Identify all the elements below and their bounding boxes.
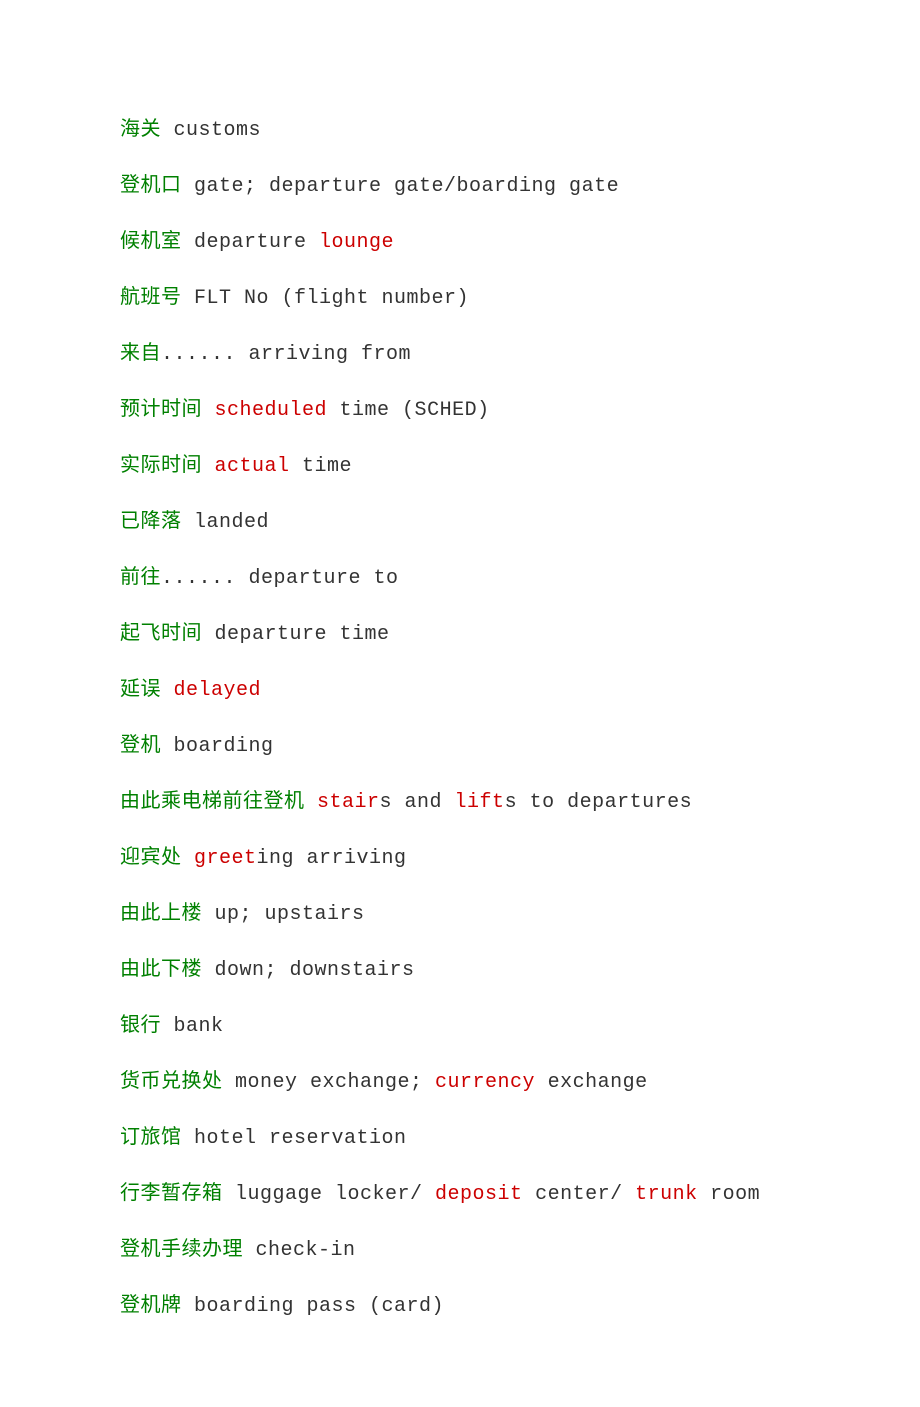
vocab-line: 登机牌 boarding pass (card)	[120, 1291, 800, 1321]
english-term: exchange	[535, 1071, 648, 1094]
chinese-term: 由此乘电梯前往登机	[120, 790, 305, 812]
highlighted-word: actual	[215, 455, 290, 478]
chinese-term: 实际时间	[120, 454, 202, 476]
chinese-term: 登机	[120, 734, 161, 756]
chinese-term: 登机口	[120, 174, 182, 196]
vocab-line: 延误 delayed	[120, 675, 800, 705]
chinese-term: 银行	[120, 1014, 161, 1036]
english-term: departure time	[202, 623, 390, 646]
highlighted-word: delayed	[174, 679, 262, 702]
english-term: ing arriving	[257, 847, 407, 870]
english-term: boarding pass (card)	[182, 1295, 445, 1318]
english-term: time (SCHED)	[327, 399, 490, 422]
vocab-line: 银行 bank	[120, 1011, 800, 1041]
english-term: luggage locker/	[223, 1183, 436, 1206]
vocab-line: 前往...... departure to	[120, 563, 800, 593]
chinese-term: 起飞时间	[120, 622, 202, 644]
highlighted-word: currency	[435, 1071, 535, 1094]
chinese-term: 行李暂存箱	[120, 1182, 223, 1204]
english-term	[305, 791, 318, 814]
highlighted-word: stair	[317, 791, 380, 814]
vocab-line: 货币兑换处 money exchange; currency exchange	[120, 1067, 800, 1097]
chinese-term: 预计时间	[120, 398, 202, 420]
vocab-line: 由此乘电梯前往登机 stairs and lifts to departures	[120, 787, 800, 817]
vocab-line: 海关 customs	[120, 115, 800, 145]
chinese-term: 货币兑换处	[120, 1070, 223, 1092]
english-term: up; upstairs	[202, 903, 365, 926]
english-term: landed	[182, 511, 270, 534]
vocab-line: 迎宾处 greeting arriving	[120, 843, 800, 873]
chinese-term: 前往	[120, 566, 161, 588]
vocab-line: 登机口 gate; departure gate/boarding gate	[120, 171, 800, 201]
vocab-line: 由此上楼 up; upstairs	[120, 899, 800, 929]
document-page: 海关 customs 登机口 gate; departure gate/board…	[0, 0, 920, 1407]
vocab-line: 行李暂存箱 luggage locker/ deposit center/ tr…	[120, 1179, 800, 1209]
chinese-term: 来自	[120, 342, 161, 364]
vocab-line: 由此下楼 down; downstairs	[120, 955, 800, 985]
english-term: ...... departure to	[161, 567, 399, 590]
vocab-line: 候机室 departure lounge	[120, 227, 800, 257]
english-term	[182, 847, 195, 870]
english-term: time	[290, 455, 353, 478]
english-term: s and	[380, 791, 455, 814]
highlighted-word: greet	[194, 847, 257, 870]
chinese-term: 迎宾处	[120, 846, 182, 868]
english-term: gate; departure gate/boarding gate	[182, 175, 620, 198]
english-term: room	[698, 1183, 761, 1206]
chinese-term: 登机牌	[120, 1294, 182, 1316]
english-term: money exchange;	[223, 1071, 436, 1094]
chinese-term: 航班号	[120, 286, 182, 308]
english-term: FLT No (flight number)	[182, 287, 470, 310]
chinese-term: 候机室	[120, 230, 182, 252]
highlighted-word: lift	[455, 791, 505, 814]
english-term: s to departures	[505, 791, 693, 814]
vocab-line: 订旅馆 hotel reservation	[120, 1123, 800, 1153]
vocab-line: 来自...... arriving from	[120, 339, 800, 369]
highlighted-word: lounge	[319, 231, 394, 254]
english-term: hotel reservation	[182, 1127, 407, 1150]
chinese-term: 延误	[120, 678, 161, 700]
english-term: ...... arriving from	[161, 343, 411, 366]
chinese-term: 由此下楼	[120, 958, 202, 980]
vocab-line: 登机手续办理 check-in	[120, 1235, 800, 1265]
vocab-line: 航班号 FLT No (flight number)	[120, 283, 800, 313]
english-term: bank	[161, 1015, 224, 1038]
vocab-line: 起飞时间 departure time	[120, 619, 800, 649]
highlighted-word: deposit	[435, 1183, 523, 1206]
vocab-line: 实际时间 actual time	[120, 451, 800, 481]
english-term: boarding	[161, 735, 274, 758]
vocab-line: 登机 boarding	[120, 731, 800, 761]
chinese-term: 订旅馆	[120, 1126, 182, 1148]
chinese-term: 海关	[120, 118, 161, 140]
highlighted-word: scheduled	[215, 399, 328, 422]
english-term: center/	[523, 1183, 636, 1206]
highlighted-word: trunk	[635, 1183, 698, 1206]
chinese-term: 登机手续办理	[120, 1238, 243, 1260]
english-term: departure	[182, 231, 320, 254]
english-term: customs	[161, 119, 261, 142]
vocab-line: 预计时间 scheduled time (SCHED)	[120, 395, 800, 425]
chinese-term: 已降落	[120, 510, 182, 532]
english-term	[202, 399, 215, 422]
vocab-line: 已降落 landed	[120, 507, 800, 537]
english-term	[202, 455, 215, 478]
english-term	[161, 679, 174, 702]
chinese-term: 由此上楼	[120, 902, 202, 924]
english-term: check-in	[243, 1239, 356, 1262]
english-term: down; downstairs	[202, 959, 415, 982]
